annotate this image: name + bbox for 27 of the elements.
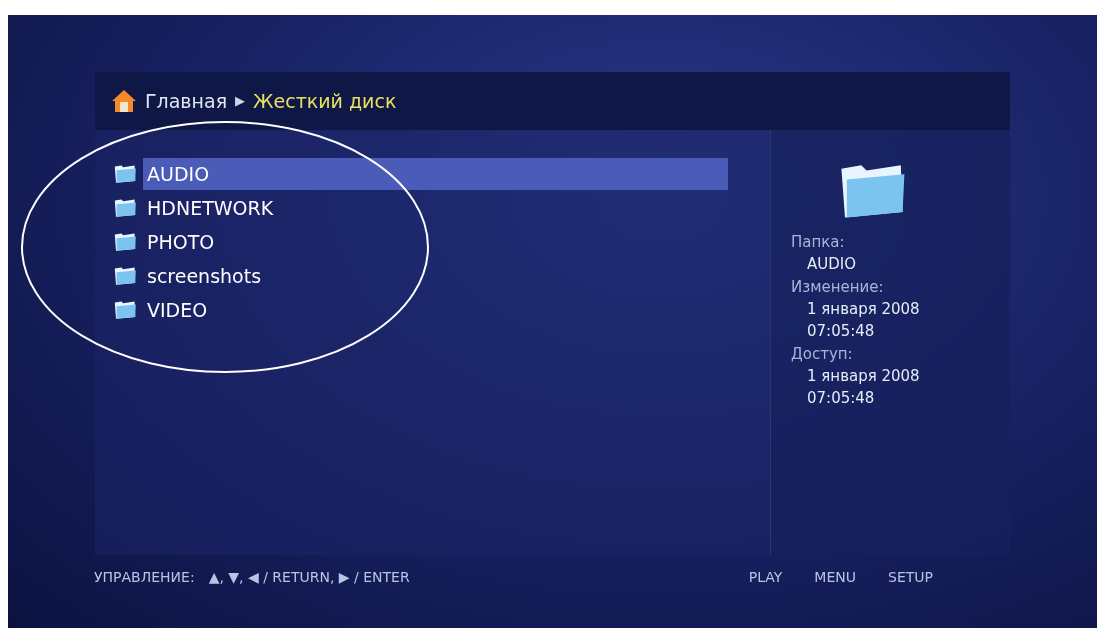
footer-button[interactable]: MENU	[814, 567, 856, 588]
folder-item[interactable]: VIDEO	[143, 294, 728, 326]
info-value: 07:05:48	[806, 320, 876, 342]
controls-hint: ▲, ▼, ◀ / RETURN, ▶ / ENTER	[208, 568, 410, 587]
folder-icon	[113, 197, 137, 219]
folder-item[interactable]: AUDIO	[143, 158, 728, 190]
folder-item[interactable]: screenshots	[143, 260, 728, 292]
folder-item[interactable]: HDNETWORK	[143, 192, 728, 224]
info-label: Изменение:	[791, 276, 885, 298]
controls-label: УПРАВЛЕНИЕ:	[94, 568, 195, 587]
folder-icon	[113, 265, 137, 287]
footer-button[interactable]: SETUP	[888, 567, 933, 588]
info-value: 1 января 2008	[806, 298, 921, 320]
info-label: Папка:	[791, 231, 846, 253]
info-value: 07:05:48	[806, 387, 876, 409]
info-value: AUDIO	[806, 253, 858, 275]
breadcrumb-item[interactable]: Главная	[145, 86, 228, 116]
separator-arrow: ▶	[235, 92, 246, 111]
folder-icon	[113, 299, 137, 321]
folder-icon	[113, 163, 137, 185]
info-label: Доступ:	[791, 343, 854, 365]
folder-item[interactable]: PHOTO	[143, 226, 728, 258]
footer-button[interactable]: PLAY	[748, 567, 783, 588]
info-value: 1 января 2008	[806, 365, 921, 387]
home-icon	[111, 88, 137, 114]
breadcrumb-item[interactable]: Жесткий диск	[253, 86, 397, 116]
folder-icon	[113, 231, 137, 253]
